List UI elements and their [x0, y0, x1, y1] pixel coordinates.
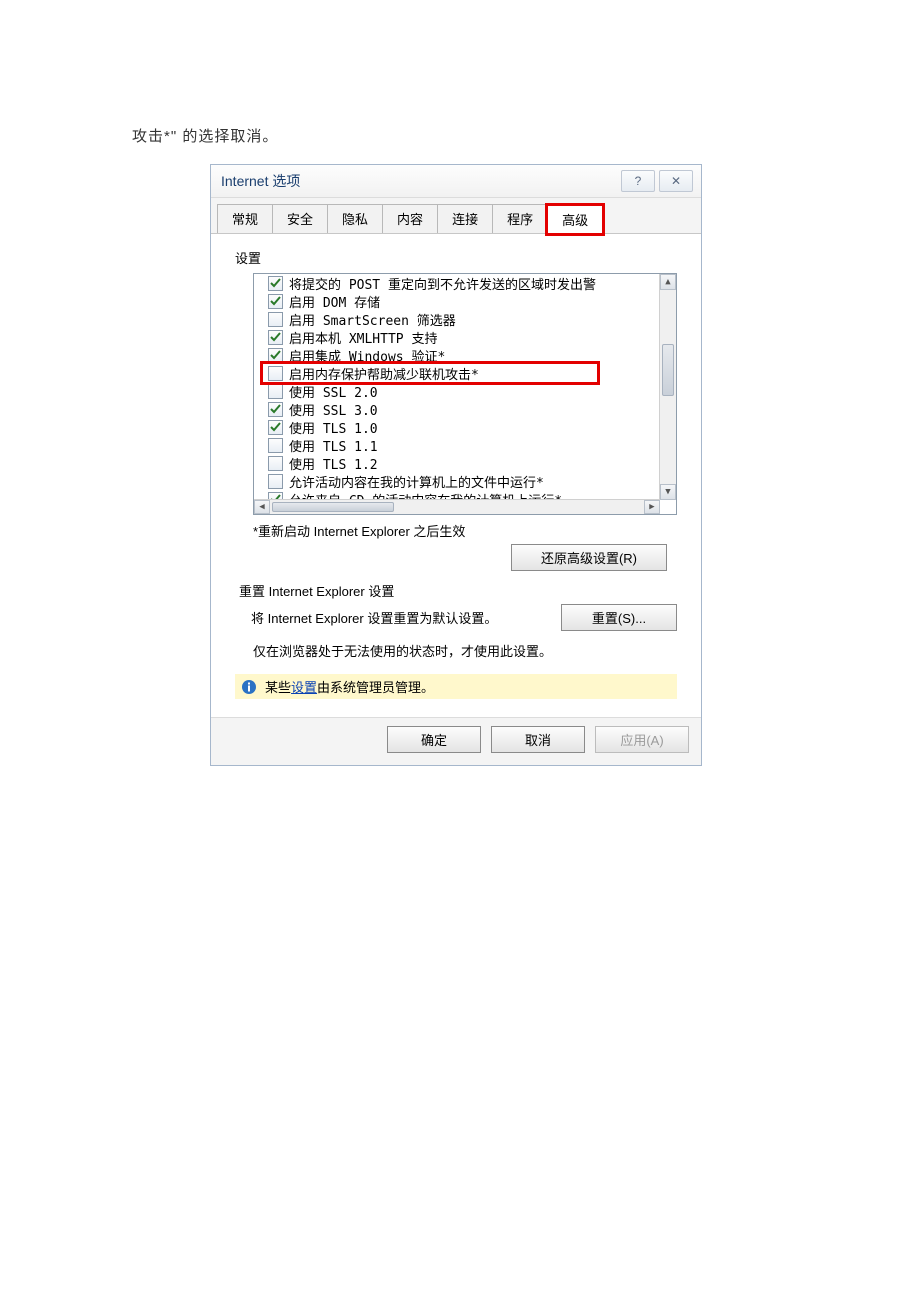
restart-note: *重新启动 Internet Explorer 之后生效: [253, 521, 677, 540]
vertical-scrollbar[interactable]: ▲ ▼: [659, 274, 676, 500]
tab-安全[interactable]: 安全: [272, 204, 328, 233]
checkbox[interactable]: [268, 474, 283, 489]
reset-warning: 仅在浏览器处于无法使用的状态时，才使用此设置。: [253, 641, 667, 660]
ok-button[interactable]: 确定: [387, 726, 481, 753]
setting-row[interactable]: 启用集成 Windows 验证*: [254, 346, 660, 364]
setting-row[interactable]: 使用 TLS 1.2: [254, 454, 660, 472]
internet-options-dialog: Internet 选项 ? ✕ 常规安全隐私内容连接程序高级 设置 将提交的 P…: [210, 164, 702, 766]
setting-row[interactable]: 使用 TLS 1.1: [254, 436, 660, 454]
setting-row[interactable]: 使用 SSL 3.0: [254, 400, 660, 418]
checkbox[interactable]: [268, 348, 283, 363]
setting-label: 启用 DOM 存储: [289, 292, 380, 311]
titlebar: Internet 选项 ? ✕: [211, 165, 701, 198]
setting-row[interactable]: 启用 DOM 存储: [254, 292, 660, 310]
setting-label: 使用 SSL 2.0: [289, 382, 378, 401]
setting-row[interactable]: 将提交的 POST 重定向到不允许发送的区域时发出警: [254, 274, 660, 292]
dialog-footer: 确定 取消 应用(A): [211, 717, 701, 765]
close-button[interactable]: ✕: [659, 170, 693, 192]
tab-高级[interactable]: 高级: [547, 205, 603, 234]
setting-label: 允许活动内容在我的计算机上的文件中运行*: [289, 472, 544, 491]
setting-row[interactable]: 启用 SmartScreen 筛选器: [254, 310, 660, 328]
scroll-down-icon[interactable]: ▼: [660, 484, 676, 500]
reset-section-label: 重置 Internet Explorer 设置: [239, 581, 677, 600]
checkbox[interactable]: [268, 330, 283, 345]
help-button[interactable]: ?: [621, 170, 655, 192]
setting-row[interactable]: 使用 SSL 2.0: [254, 382, 660, 400]
tab-连接[interactable]: 连接: [437, 204, 493, 233]
setting-row[interactable]: 使用 TLS 1.0: [254, 418, 660, 436]
close-icon: ✕: [671, 174, 681, 188]
page-caption: 攻击*" 的选择取消。: [132, 125, 278, 146]
settings-listbox[interactable]: 将提交的 POST 重定向到不允许发送的区域时发出警启用 DOM 存储启用 Sm…: [253, 273, 677, 515]
setting-label: 启用内存保护帮助减少联机攻击*: [289, 364, 479, 383]
setting-label: 使用 TLS 1.0: [289, 418, 378, 437]
scroll-right-icon[interactable]: ▶: [644, 500, 660, 514]
tab-常规[interactable]: 常规: [217, 204, 273, 233]
reset-description: 将 Internet Explorer 设置重置为默认设置。: [251, 608, 561, 627]
tab-strip: 常规安全隐私内容连接程序高级: [211, 198, 701, 234]
checkbox[interactable]: [268, 366, 283, 381]
checkbox[interactable]: [268, 312, 283, 327]
setting-label: 使用 TLS 1.1: [289, 436, 378, 455]
cancel-button[interactable]: 取消: [491, 726, 585, 753]
scroll-left-icon[interactable]: ◀: [254, 500, 270, 514]
tab-内容[interactable]: 内容: [382, 204, 438, 233]
admin-info-text: 某些设置由系统管理员管理。: [265, 677, 434, 696]
scroll-up-icon[interactable]: ▲: [660, 274, 676, 290]
settings-group-label: 设置: [235, 248, 685, 267]
setting-label: 使用 TLS 1.2: [289, 454, 378, 473]
dialog-title: Internet 选项: [221, 171, 617, 191]
checkbox[interactable]: [268, 294, 283, 309]
apply-button[interactable]: 应用(A): [595, 726, 689, 753]
horizontal-scroll-thumb[interactable]: [272, 502, 394, 512]
setting-row[interactable]: 启用内存保护帮助减少联机攻击*: [254, 364, 660, 382]
setting-label: 启用 SmartScreen 筛选器: [289, 310, 456, 329]
checkbox[interactable]: [268, 384, 283, 399]
restore-defaults-button[interactable]: 还原高级设置(R): [511, 544, 667, 571]
checkbox[interactable]: [268, 438, 283, 453]
setting-row[interactable]: 启用本机 XMLHTTP 支持: [254, 328, 660, 346]
admin-info-bar: 某些设置由系统管理员管理。: [235, 674, 677, 699]
setting-label: 启用集成 Windows 验证*: [289, 346, 445, 365]
setting-row[interactable]: 允许活动内容在我的计算机上的文件中运行*: [254, 472, 660, 490]
setting-label: 启用本机 XMLHTTP 支持: [289, 328, 437, 347]
checkbox[interactable]: [268, 456, 283, 471]
help-icon: ?: [635, 174, 642, 188]
dialog-body: 设置 将提交的 POST 重定向到不允许发送的区域时发出警启用 DOM 存储启用…: [211, 234, 701, 717]
tab-隐私[interactable]: 隐私: [327, 204, 383, 233]
tab-程序[interactable]: 程序: [492, 204, 548, 233]
info-icon: [241, 679, 257, 695]
reset-button[interactable]: 重置(S)...: [561, 604, 677, 631]
settings-link[interactable]: 设置: [291, 680, 317, 695]
checkbox[interactable]: [268, 420, 283, 435]
setting-label: 将提交的 POST 重定向到不允许发送的区域时发出警: [289, 274, 596, 293]
checkbox[interactable]: [268, 402, 283, 417]
vertical-scroll-thumb[interactable]: [662, 344, 674, 396]
horizontal-scrollbar[interactable]: ◀ ▶: [254, 499, 660, 514]
setting-label: 使用 SSL 3.0: [289, 400, 378, 419]
checkbox[interactable]: [268, 276, 283, 291]
